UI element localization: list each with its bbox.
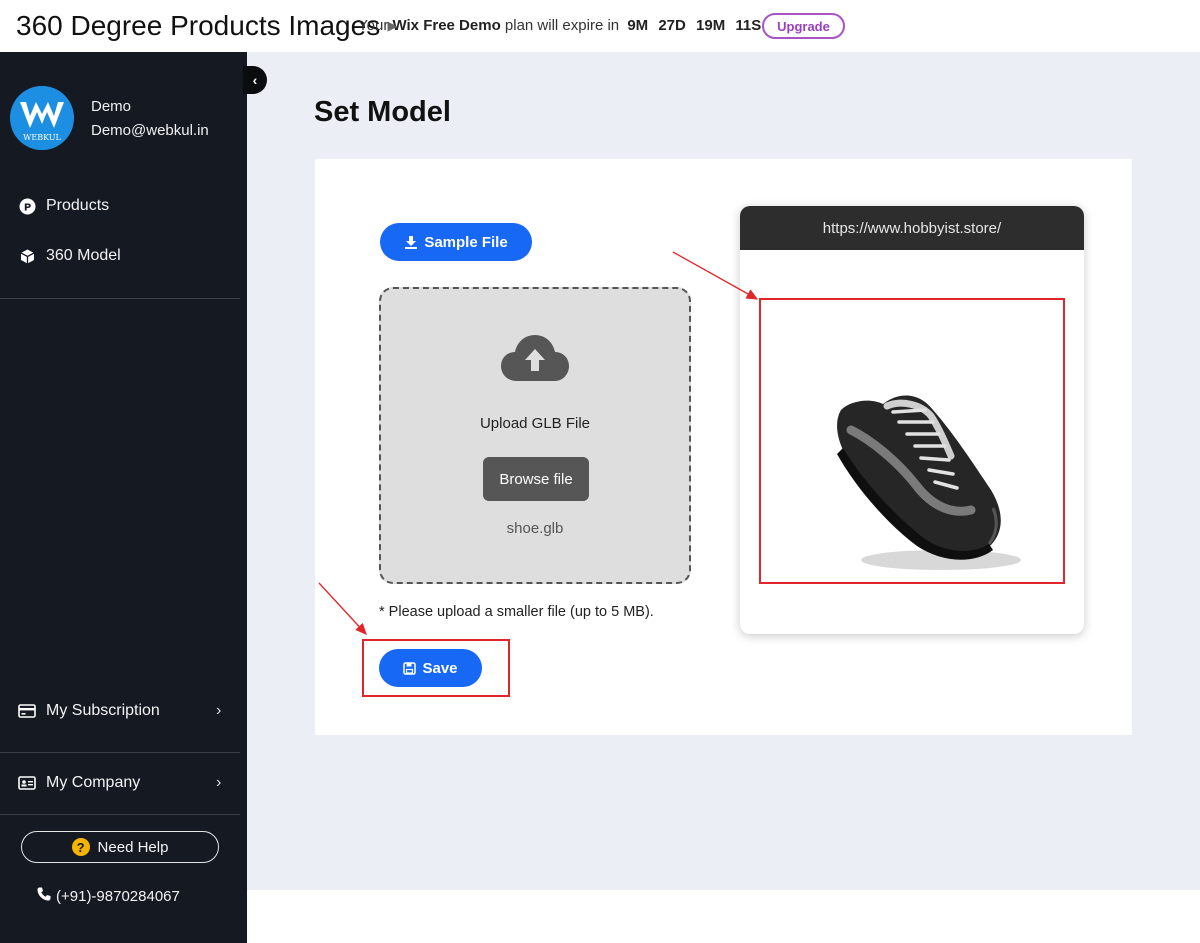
msg-suffix: plan will expire in (504, 17, 620, 34)
countdown-days: 27D (658, 17, 686, 34)
page-title: Set Model (314, 96, 451, 128)
need-help-label: Need Help (97, 838, 169, 856)
question-icon: ? (71, 838, 90, 856)
user-name: Demo (91, 98, 132, 115)
browse-file-button[interactable]: Browse file (483, 457, 589, 501)
msg-plan: Free Demo (423, 17, 501, 34)
sidebar-item-my-subscription[interactable]: My Subscription (18, 699, 160, 723)
sidebar-item-label: My Company (46, 774, 141, 791)
sidebar-item-label: Products (46, 197, 110, 214)
sidebar-item-label: 360 Model (46, 247, 121, 264)
countdown-months: 9M (627, 17, 649, 34)
avatar-text: WEBKUL (23, 133, 61, 142)
sidebar-item-label: My Subscription (46, 702, 160, 719)
floppy-disk-icon (403, 661, 417, 675)
play-icon: ▶ (387, 18, 398, 33)
phone-icon (36, 886, 52, 906)
preview-url-bar: https://www.hobbyist.store/ (740, 206, 1084, 250)
sample-file-button[interactable]: Sample File (380, 223, 532, 261)
shoe-model-icon[interactable] (821, 360, 1021, 580)
cube-icon (18, 247, 36, 265)
countdown-seconds: 11S (735, 17, 762, 34)
sidebar-divider (0, 752, 240, 753)
selected-file-name: shoe.glb (506, 520, 564, 537)
sidebar-item-products[interactable]: P Products (18, 194, 109, 218)
sidebar-divider (0, 298, 240, 299)
model-preview-window: https://www.hobbyist.store/ (740, 206, 1084, 634)
products-p-icon: P (18, 197, 36, 215)
save-label: Save (422, 659, 458, 677)
sample-file-label: Sample File (424, 233, 508, 251)
upgrade-button[interactable]: Upgrade (762, 13, 845, 39)
app-title: 360 Degree Products Images (16, 10, 381, 41)
sidebar: WEBKUL Demo Demo@webkul.in P Products 36… (0, 52, 247, 943)
countdown-minutes: 19M (696, 17, 726, 34)
user-email: Demo@webkul.in (91, 122, 209, 139)
msg-prefix: Your (358, 17, 389, 34)
sidebar-item-360-model[interactable]: 360 Model (18, 244, 121, 268)
svg-text:P: P (23, 202, 30, 213)
upload-dropzone[interactable]: Upload GLB File Browse file shoe.glb (379, 287, 691, 584)
need-help-button[interactable]: ? Need Help (21, 831, 219, 863)
file-size-hint: * Please upload a smaller file (up to 5 … (379, 604, 654, 620)
sidebar-item-my-company[interactable]: My Company (18, 771, 140, 795)
main-content: Set Model Sample File Upload GLB File Br… (247, 52, 1200, 890)
top-bar: 360 Degree Products Images Your ▶ Wix Fre… (0, 0, 1200, 52)
model-highlight-box (759, 298, 1065, 584)
webkul-logo-icon: WEBKUL (10, 86, 74, 150)
download-icon (404, 235, 418, 249)
save-button[interactable]: Save (379, 649, 482, 687)
upload-label: Upload GLB File (479, 415, 591, 432)
credit-card-icon (18, 702, 36, 720)
plan-expiry-message: Your ▶ Wix Free Demo plan will expire in … (358, 17, 767, 34)
chevron-right-icon: › (216, 702, 222, 719)
support-phone[interactable]: (+91)-9870284067 (36, 886, 180, 906)
chevron-right-icon: › (216, 774, 222, 791)
expiry-countdown: 9M 27D 19M 11S (627, 17, 767, 34)
set-model-card: Sample File Upload GLB File Browse file … (315, 159, 1132, 735)
avatar: WEBKUL (10, 86, 74, 150)
phone-number: (+91)-9870284067 (56, 887, 180, 905)
cloud-upload-icon (501, 335, 569, 381)
chevron-left-icon: ‹ (252, 72, 258, 88)
sidebar-divider (0, 814, 240, 815)
id-card-icon (18, 774, 36, 792)
